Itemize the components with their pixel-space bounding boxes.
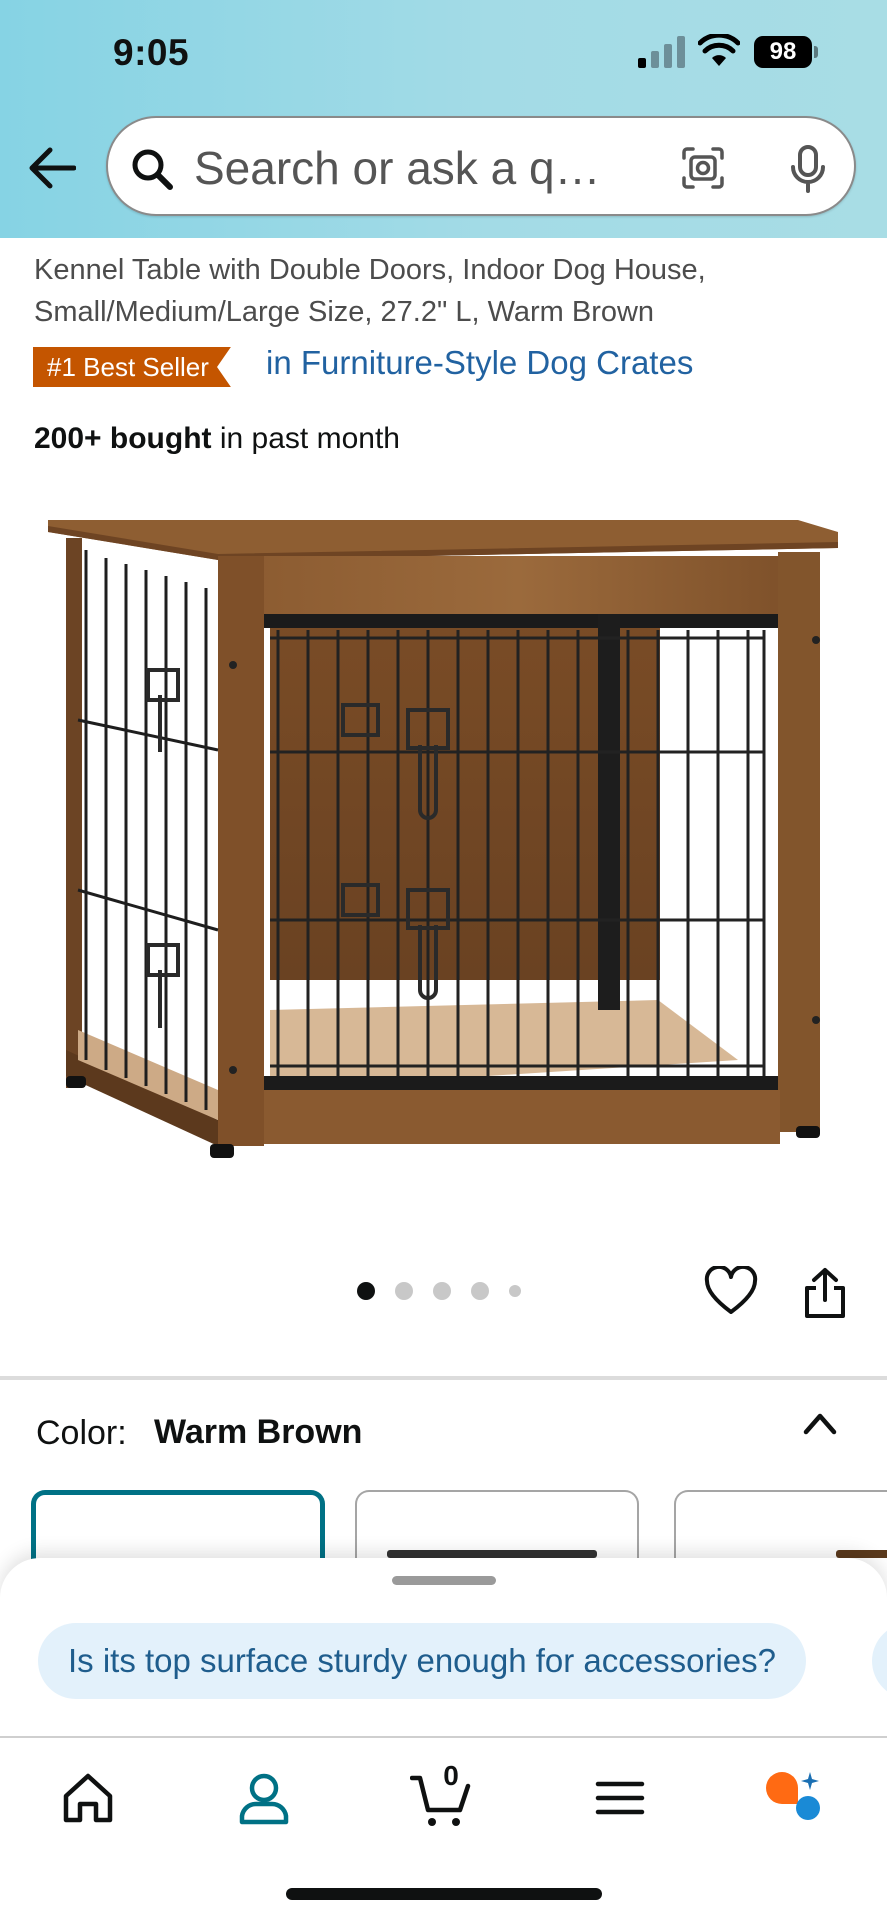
- image-carousel-dots[interactable]: [357, 1282, 521, 1300]
- swatch-preview: [387, 1550, 597, 1558]
- carousel-dot-3[interactable]: [433, 1282, 451, 1300]
- bought-count-bold: 200+ bought: [34, 422, 212, 455]
- cellular-signal-icon: [638, 36, 685, 68]
- bought-count-suffix: in past month: [211, 422, 400, 455]
- carousel-dot-1[interactable]: [357, 1282, 375, 1300]
- home-indicator[interactable]: [286, 1888, 602, 1900]
- menu-icon[interactable]: [588, 1766, 652, 1830]
- color-label: Color:: [36, 1414, 127, 1452]
- carousel-dot-4[interactable]: [471, 1282, 489, 1300]
- home-icon[interactable]: [56, 1766, 120, 1830]
- bought-count: 200+ bought in past month: [34, 422, 400, 456]
- sheet-drag-handle[interactable]: [392, 1576, 496, 1585]
- ai-suggestion-sheet: [0, 1558, 887, 1920]
- product-title-line-1[interactable]: Kennel Table with Double Doors, Indoor D…: [34, 254, 706, 287]
- battery-indicator: 98: [754, 36, 818, 68]
- section-divider: [0, 1376, 887, 1380]
- carousel-dot-2[interactable]: [395, 1282, 413, 1300]
- search-bar[interactable]: [106, 116, 856, 216]
- chevron-up-icon[interactable]: [802, 1408, 838, 1438]
- microphone-icon[interactable]: [788, 144, 828, 194]
- account-icon[interactable]: [232, 1766, 296, 1830]
- heart-icon[interactable]: [704, 1266, 758, 1316]
- back-arrow-icon[interactable]: [28, 146, 76, 190]
- status-time: 9:05: [113, 32, 190, 73]
- suggested-question-chip[interactable]: Is its top surface sturdy enough for acc…: [38, 1623, 807, 1699]
- product-image[interactable]: [38, 490, 848, 1200]
- color-value: Warm Brown: [154, 1413, 363, 1451]
- best-seller-category-link[interactable]: in Furniture-Style Dog Crates: [266, 344, 693, 382]
- cart-count: 0: [443, 1760, 459, 1791]
- search-icon: [132, 149, 173, 190]
- carousel-dot-5[interactable]: [509, 1285, 521, 1297]
- nav-divider: [0, 1736, 887, 1738]
- camera-search-icon[interactable]: [680, 146, 726, 190]
- rufus-assistant-icon[interactable]: [762, 1766, 826, 1830]
- search-input[interactable]: [194, 142, 624, 194]
- swatch-preview: [836, 1550, 887, 1558]
- share-icon[interactable]: [800, 1266, 850, 1320]
- best-seller-badge: #1 Best Seller: [33, 347, 231, 387]
- product-title-line-2[interactable]: Small/Medium/Large Size, 27.2" L, Warm B…: [34, 296, 654, 329]
- wifi-icon: [698, 34, 740, 66]
